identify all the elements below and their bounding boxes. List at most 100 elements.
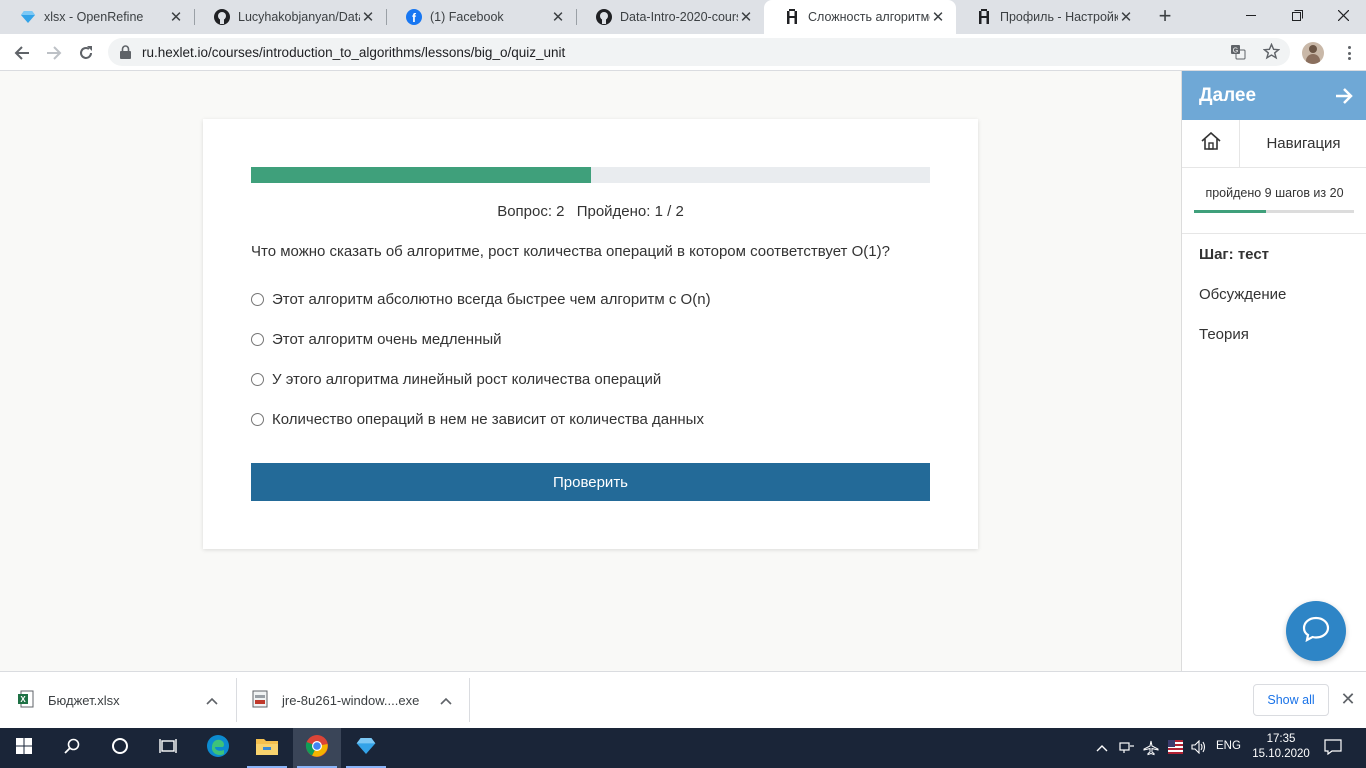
answer-option-1[interactable]: Этот алгоритм абсолютно всегда быстрее ч…	[251, 291, 711, 308]
answer-label: Количество операций в нем не зависит от …	[272, 411, 704, 428]
windows-taskbar: ENG 17:35 15.10.2020	[0, 728, 1366, 768]
radio-button[interactable]	[251, 293, 264, 306]
notifications-icon[interactable]	[1324, 739, 1342, 758]
answer-label: Этот алгоритм очень медленный	[272, 331, 502, 348]
windows-logo-icon	[16, 737, 32, 759]
quiz-status: Вопрос: 2 Пройдено: 1 / 2	[251, 203, 930, 220]
close-icon[interactable]: ✕	[168, 8, 184, 26]
close-icon[interactable]: ✕	[1118, 8, 1134, 26]
address-bar[interactable]: ru.hexlet.io/courses/introduction_to_alg…	[108, 38, 1290, 66]
url-text: ru.hexlet.io/courses/introduction_to_alg…	[142, 45, 566, 60]
question-number: Вопрос: 2	[497, 203, 565, 220]
openrefine-diamond-icon	[20, 9, 36, 25]
steps-progress-fill	[1194, 210, 1266, 213]
minimize-button[interactable]	[1228, 0, 1274, 30]
tab-openrefine[interactable]: xlsx - OpenRefine ✕	[0, 0, 194, 34]
tab-github-course[interactable]: Data-Intro-2020-course ✕	[576, 0, 764, 34]
new-tab-button[interactable]: +	[1153, 4, 1177, 28]
taskbar-file-explorer[interactable]	[243, 728, 291, 768]
close-window-button[interactable]	[1320, 0, 1366, 30]
github-icon	[214, 9, 230, 25]
lock-icon	[120, 45, 131, 64]
browser-menu-icon[interactable]	[1340, 44, 1358, 62]
tab-hexlet-profile[interactable]: Профиль - Настройки ✕	[956, 0, 1144, 34]
home-button[interactable]	[1182, 120, 1240, 168]
tab-title: Lucyhakobjanyan/Data-	[238, 10, 360, 24]
folder-icon	[255, 736, 279, 761]
answer-option-2[interactable]: Этот алгоритм очень медленный	[251, 331, 502, 348]
chat-button[interactable]	[1286, 601, 1346, 661]
steps-progress-bar	[1194, 210, 1354, 213]
restore-button[interactable]	[1274, 0, 1320, 30]
steps-progress-label: пройдено 9 шагов из 20	[1205, 186, 1344, 200]
tab-github-data[interactable]: Lucyhakobjanyan/Data- ✕	[194, 0, 386, 34]
browser-toolbar: ru.hexlet.io/courses/introduction_to_alg…	[0, 34, 1366, 71]
java-installer-icon	[252, 690, 268, 711]
close-icon[interactable]: ✕	[360, 8, 376, 26]
hexlet-icon	[784, 9, 800, 25]
next-label: Далее	[1199, 84, 1257, 106]
chat-bubble-icon	[1302, 616, 1330, 647]
chevron-up-icon[interactable]	[206, 693, 218, 708]
tab-title: (1) Facebook	[430, 10, 504, 24]
taskbar-openrefine[interactable]	[342, 728, 390, 768]
close-icon[interactable]: ✕	[550, 8, 566, 26]
radio-button[interactable]	[251, 373, 264, 386]
taskbar-chrome[interactable]	[293, 728, 341, 768]
tab-title: Data-Intro-2020-course	[620, 10, 738, 24]
divider	[1182, 233, 1366, 234]
hexlet-icon	[976, 9, 992, 25]
answer-option-4[interactable]: Количество операций в нем не зависит от …	[251, 411, 704, 428]
chevron-up-icon[interactable]	[440, 693, 452, 708]
edge-icon	[206, 734, 230, 763]
clock-date: 15.10.2020	[1252, 748, 1310, 760]
tab-facebook[interactable]: f (1) Facebook ✕	[386, 0, 576, 34]
chevron-up-icon[interactable]	[1096, 740, 1108, 755]
sidebar-link-step-test[interactable]: Шаг: тест	[1199, 246, 1269, 263]
bookmark-star-icon[interactable]	[1262, 42, 1281, 65]
network-icon[interactable]	[1118, 740, 1134, 757]
tab-hexlet-algorithms[interactable]: Сложность алгоритмо ✕	[764, 0, 956, 34]
close-icon[interactable]: ✕	[930, 8, 946, 26]
task-view-icon	[159, 738, 177, 759]
download-item[interactable]: jre-8u261-window....exe	[252, 672, 456, 729]
download-item[interactable]: X Бюджет.xlsx	[18, 672, 222, 729]
radio-button[interactable]	[251, 333, 264, 346]
answer-label: У этого алгоритма линейный рост количест…	[272, 371, 662, 388]
github-icon	[596, 9, 612, 25]
lesson-sidebar: Далее Навигация пройдено 9 шагов из 20 Ш…	[1181, 71, 1366, 671]
tab-title: xlsx - OpenRefine	[44, 10, 144, 24]
sidebar-link-discussion[interactable]: Обсуждение	[1199, 286, 1286, 303]
cortana-button[interactable]	[96, 728, 144, 768]
close-icon[interactable]: ✕	[738, 8, 754, 26]
download-shelf: X Бюджет.xlsx jre-8u261-window....exe Sh…	[0, 671, 1366, 728]
reload-button[interactable]	[72, 39, 100, 67]
answer-option-3[interactable]: У этого алгоритма линейный рост количест…	[251, 371, 661, 388]
home-icon	[1200, 131, 1221, 155]
us-flag-icon[interactable]	[1168, 740, 1183, 757]
translate-icon[interactable]: G	[1230, 44, 1246, 65]
search-button[interactable]	[48, 728, 96, 768]
navigation-button[interactable]: Навигация	[1240, 120, 1366, 168]
profile-avatar[interactable]	[1302, 42, 1324, 64]
taskbar-edge[interactable]	[194, 728, 242, 768]
search-icon	[64, 738, 80, 759]
sidebar-link-theory[interactable]: Теория	[1199, 326, 1249, 343]
openrefine-diamond-icon	[356, 737, 376, 759]
language-indicator[interactable]: ENG	[1216, 740, 1241, 752]
forward-button[interactable]	[40, 39, 68, 67]
start-button[interactable]	[0, 728, 48, 768]
close-icon[interactable]: ✕	[1339, 689, 1357, 711]
check-answer-button[interactable]: Проверить	[251, 463, 930, 501]
airplane-mode-icon[interactable]	[1143, 740, 1159, 759]
show-all-button[interactable]: Show all	[1253, 684, 1329, 716]
download-filename: Бюджет.xlsx	[48, 693, 120, 708]
clock[interactable]: 17:35 15.10.2020	[1248, 732, 1314, 762]
back-button[interactable]	[8, 39, 36, 67]
speaker-icon[interactable]	[1191, 739, 1207, 757]
task-view-button[interactable]	[144, 728, 192, 768]
next-step-button[interactable]: Далее	[1182, 71, 1366, 120]
tab-title: Сложность алгоритмо	[808, 10, 930, 24]
radio-button[interactable]	[251, 413, 264, 426]
page-content: Вопрос: 2 Пройдено: 1 / 2 Что можно сказ…	[0, 71, 1181, 671]
